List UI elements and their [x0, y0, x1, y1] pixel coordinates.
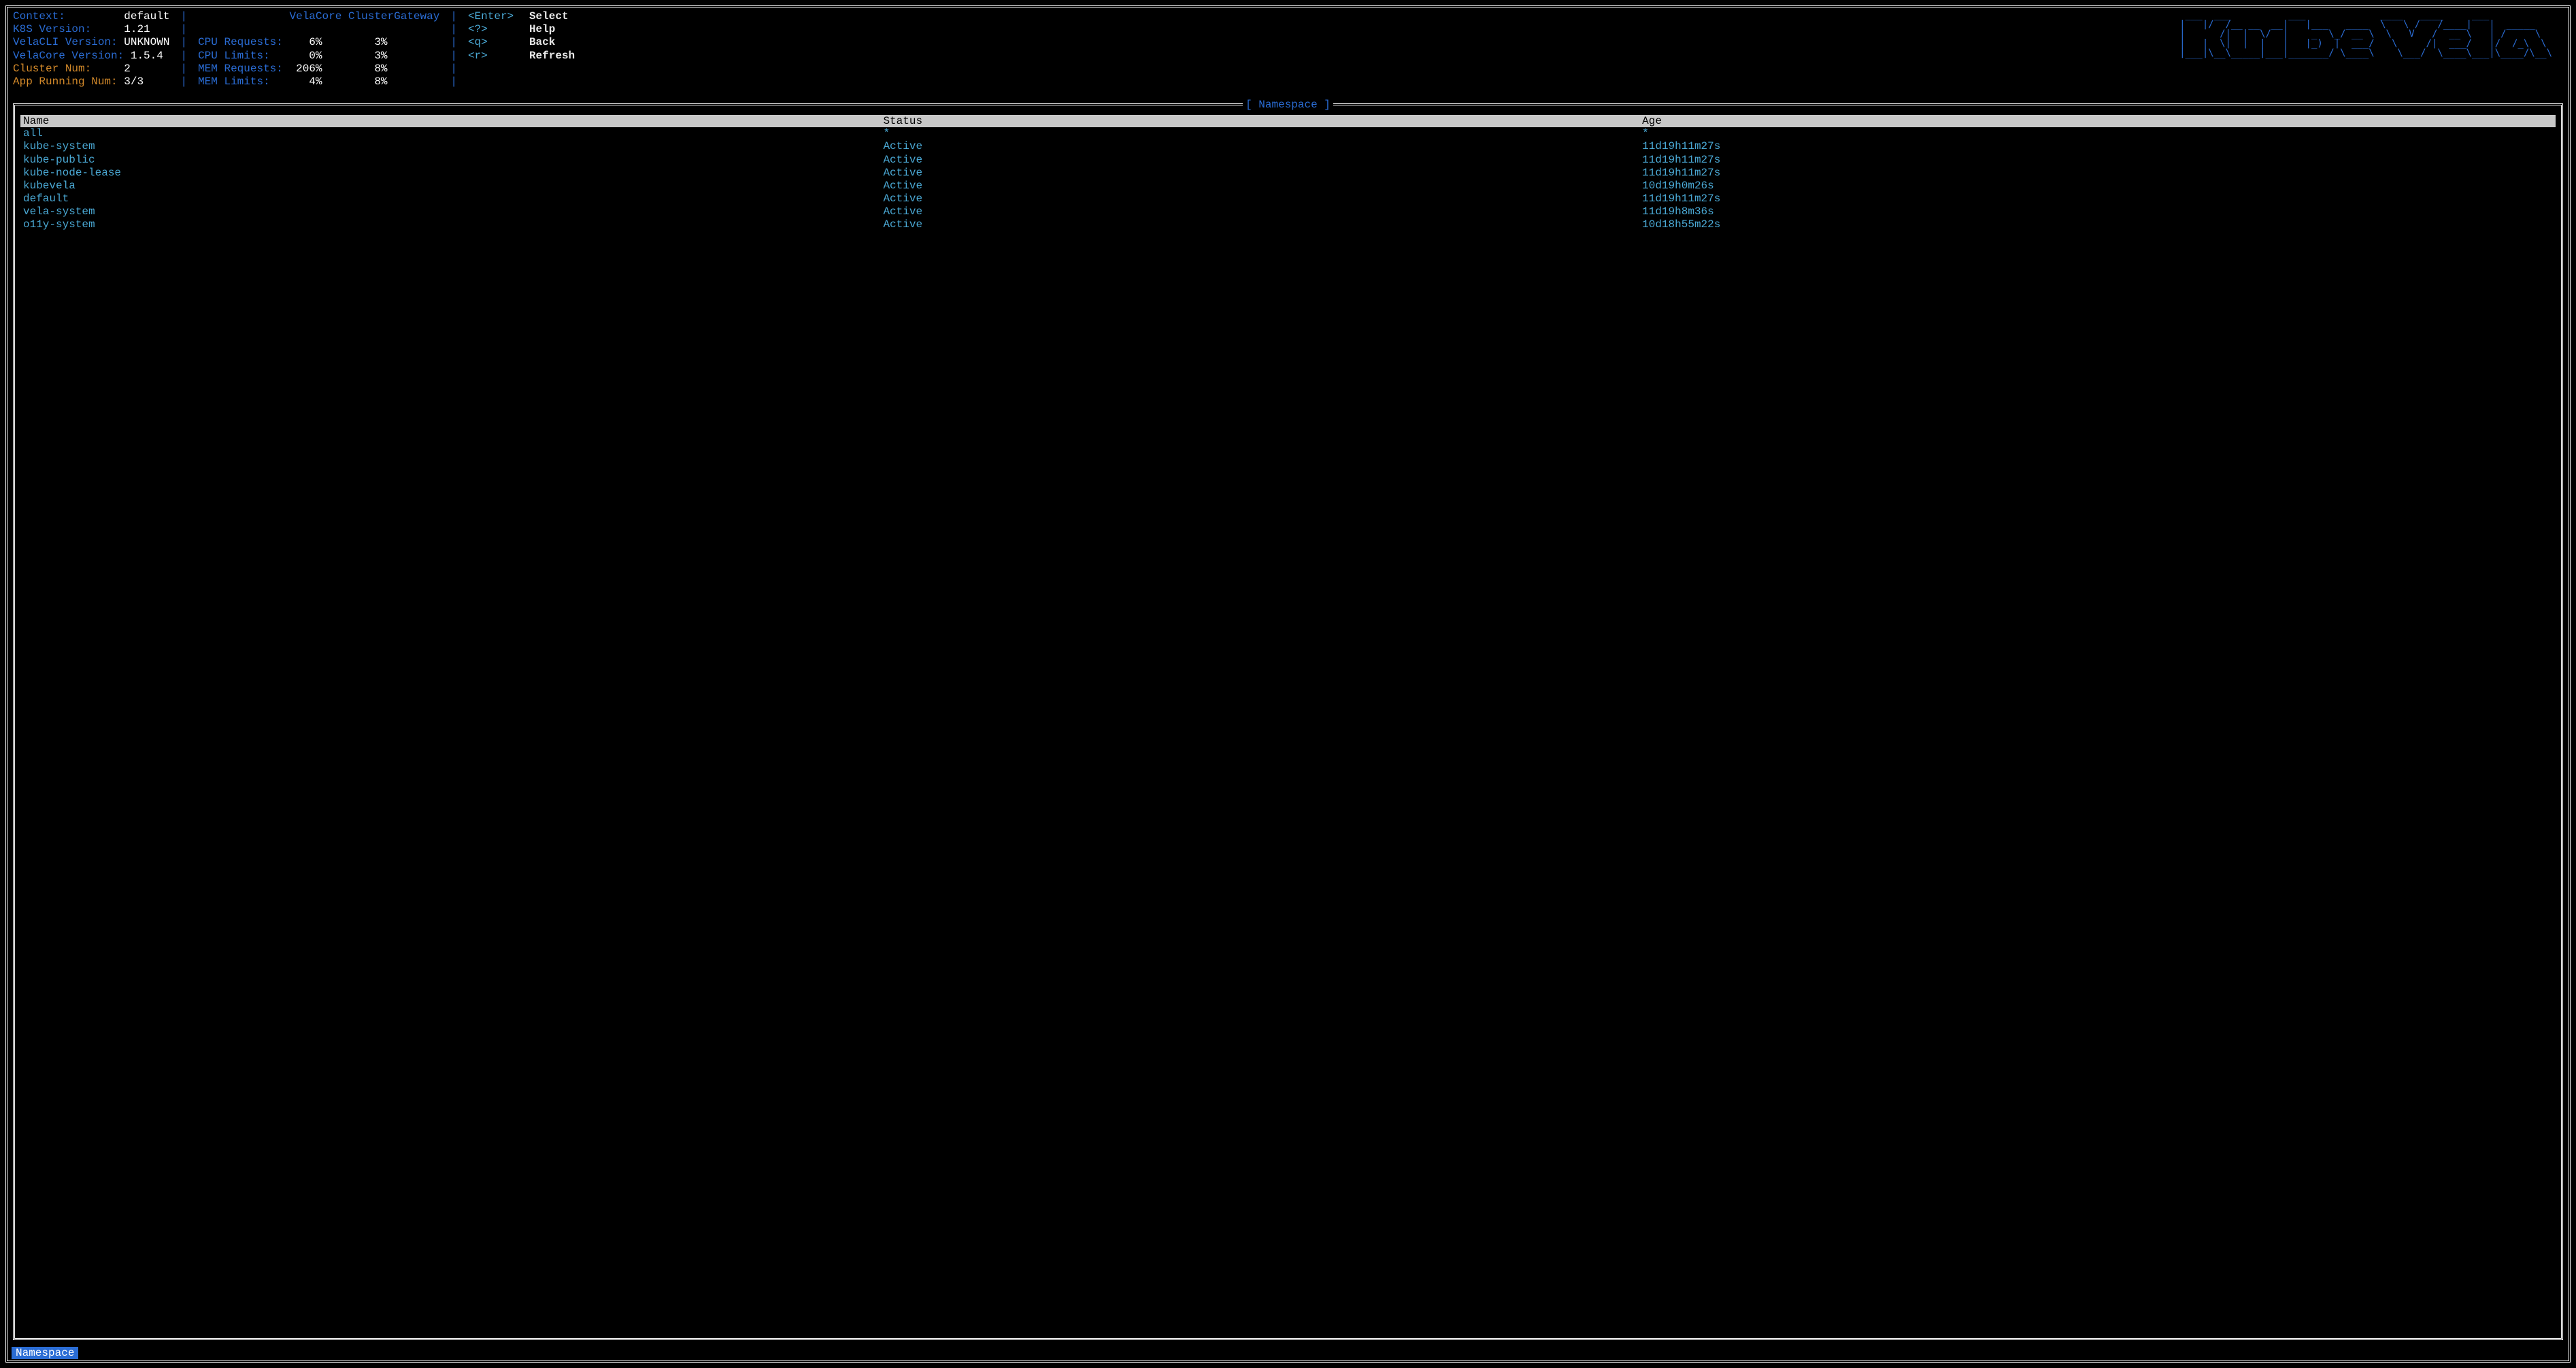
cell-name: default	[23, 193, 883, 205]
cell-age: 11d19h11m27s	[1642, 140, 2553, 153]
mem-lim-v2: 8%	[374, 76, 387, 88]
velacore-col-header: VelaCore	[289, 10, 341, 22]
panel-title: [ Namespace ]	[1243, 99, 1333, 111]
velacore-value: 1.5.4	[131, 50, 163, 62]
table-row[interactable]: vela-systemActive11d19h8m36s	[20, 205, 2556, 218]
velacli-value: UNKNOWN	[124, 36, 169, 48]
cpu-lim-v2: 3%	[374, 50, 387, 62]
namespace-table[interactable]: Name Status Age all**kube-systemActive11…	[15, 105, 2561, 1338]
cpu-lim-v1: 0%	[309, 50, 322, 62]
cell-age: 10d18h55m22s	[1642, 218, 2553, 231]
context-label: Context:	[13, 10, 65, 22]
cell-name: kube-public	[23, 154, 883, 167]
cell-status: Active	[883, 154, 1642, 167]
cell-status: *	[883, 127, 1642, 140]
cpu-req-v2: 3%	[374, 36, 387, 48]
cell-status: Active	[883, 218, 1642, 231]
cell-status: Active	[883, 205, 1642, 218]
table-row[interactable]: kubevelaActive10d19h0m26s	[20, 180, 2556, 193]
velacore-label: VelaCore Version:	[13, 50, 124, 62]
mem-req-v1: 206%	[296, 63, 322, 75]
kubevela-logo: ___ ___ ___ ____ ____ ___ | |/ /__ __ __…	[2179, 10, 2563, 88]
clustergw-col-header: ClusterGateway	[348, 10, 439, 22]
cell-age: 11d19h11m27s	[1642, 167, 2553, 180]
apprun-label: App Running Num:	[13, 76, 118, 88]
resources-column: VelaCore ClusterGateway CPU Requests: 6%…	[198, 10, 448, 88]
cell-name: all	[23, 127, 883, 140]
cell-age: 11d19h11m27s	[1642, 154, 2553, 167]
cell-status: Active	[883, 140, 1642, 153]
cluster-label: Cluster Num:	[13, 63, 91, 75]
cpu-req-label: CPU Requests:	[198, 36, 283, 48]
namespace-panel: Name Status Age all**kube-systemActive11…	[13, 103, 2563, 1340]
col-header-age: Age	[1642, 115, 2553, 127]
apprun-value: 3/3	[124, 76, 144, 88]
header-bar: Context: default K8S Version: 1.21 VelaC…	[7, 7, 2569, 91]
cell-status: Active	[883, 193, 1642, 205]
back-action: Back	[529, 36, 555, 49]
cell-name: kube-node-lease	[23, 167, 883, 180]
table-row[interactable]: kube-node-leaseActive11d19h11m27s	[20, 167, 2556, 180]
panel-title-wrap: [ Namespace ]	[7, 99, 2569, 111]
col-header-name: Name	[23, 115, 883, 127]
mem-req-v2: 8%	[374, 63, 387, 75]
context-value: default	[124, 10, 169, 22]
main-window: Context: default K8S Version: 1.21 VelaC…	[5, 5, 2571, 1363]
breadcrumb[interactable]: Namespace	[12, 1347, 78, 1359]
cluster-value: 2	[124, 63, 131, 75]
separator-2: ||||||	[448, 10, 468, 88]
refresh-key: <r>	[468, 50, 529, 63]
table-row[interactable]: kube-systemActive11d19h11m27s	[20, 140, 2556, 153]
refresh-action: Refresh	[529, 50, 575, 63]
col-header-status: Status	[883, 115, 1642, 127]
cell-age: *	[1642, 127, 2553, 140]
cell-name: vela-system	[23, 205, 883, 218]
cpu-lim-label: CPU Limits:	[198, 50, 270, 62]
table-header: Name Status Age	[20, 115, 2556, 127]
mem-lim-v1: 4%	[309, 76, 322, 88]
cell-age: 11d19h11m27s	[1642, 193, 2553, 205]
cell-age: 10d19h0m26s	[1642, 180, 2553, 193]
table-row[interactable]: all**	[20, 127, 2556, 140]
help-action: Help	[529, 23, 555, 36]
info-column: Context: default K8S Version: 1.21 VelaC…	[13, 10, 178, 88]
back-key: <q>	[468, 36, 529, 49]
k8s-value: 1.21	[124, 23, 150, 35]
cell-status: Active	[883, 180, 1642, 193]
cell-name: kubevela	[23, 180, 883, 193]
help-key: <?>	[468, 23, 529, 36]
cpu-req-v1: 6%	[309, 36, 322, 48]
mem-req-label: MEM Requests:	[198, 63, 283, 75]
table-row[interactable]: defaultActive11d19h11m27s	[20, 193, 2556, 205]
cell-name: kube-system	[23, 140, 883, 153]
footer-bar: Namespace	[7, 1346, 2569, 1361]
table-row[interactable]: kube-publicActive11d19h11m27s	[20, 154, 2556, 167]
enter-action: Select	[529, 10, 569, 23]
enter-key: <Enter>	[468, 10, 529, 23]
k8s-label: K8S Version:	[13, 23, 91, 35]
cell-name: o11y-system	[23, 218, 883, 231]
keybindings-column: <Enter>Select <?>Help <q>Back <r>Refresh	[468, 10, 583, 88]
cell-status: Active	[883, 167, 1642, 180]
table-row[interactable]: o11y-systemActive10d18h55m22s	[20, 218, 2556, 231]
velacli-label: VelaCLI Version:	[13, 36, 118, 48]
cell-age: 11d19h8m36s	[1642, 205, 2553, 218]
separator-1: ||||||	[178, 10, 198, 88]
mem-lim-label: MEM Limits:	[198, 76, 270, 88]
